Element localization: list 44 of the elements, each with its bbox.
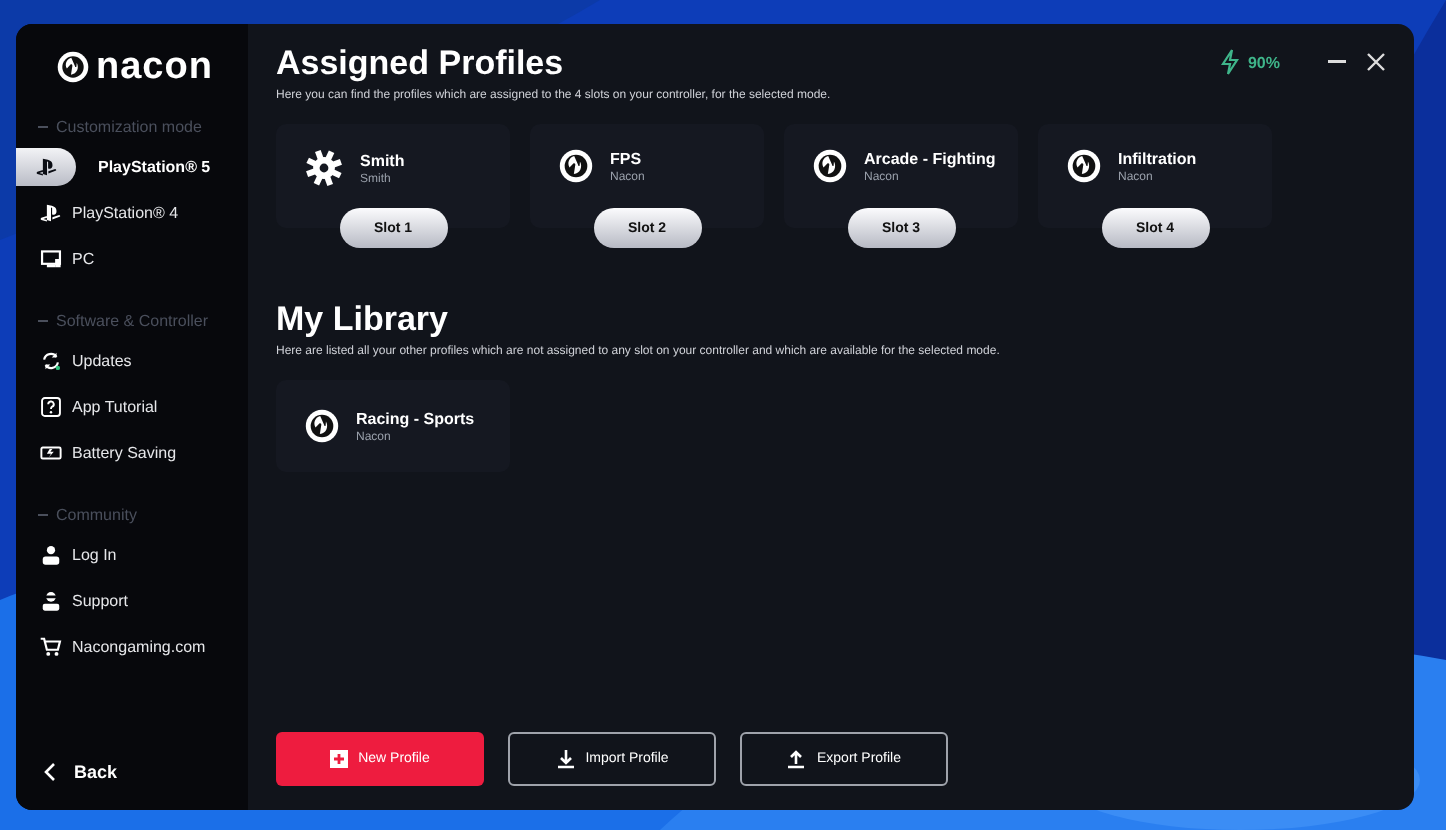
sidebar-item[interactable]: Updates xyxy=(16,340,248,382)
nacon-logo-icon xyxy=(1066,148,1102,184)
section-heading: Customization mode xyxy=(16,118,248,136)
section-heading: Software & Controller xyxy=(16,312,248,330)
refresh-icon xyxy=(40,350,62,372)
profile-name: FPS xyxy=(610,149,644,167)
nacon-logo-icon xyxy=(812,148,848,184)
help-icon xyxy=(40,396,62,418)
gear-icon xyxy=(304,148,344,188)
nacon-logo-icon xyxy=(56,50,90,84)
support-icon xyxy=(40,590,62,612)
download-icon xyxy=(555,749,576,769)
logo-text: nacon xyxy=(96,48,213,86)
sidebar-item[interactable]: Battery Saving xyxy=(16,432,248,474)
plus-icon xyxy=(330,750,349,768)
sidebar-item[interactable]: Support xyxy=(16,580,248,622)
upload-icon xyxy=(786,749,807,769)
close-icon[interactable] xyxy=(1366,52,1386,72)
nacon-logo-icon xyxy=(304,408,340,444)
sidebar-item[interactable]: App Tutorial xyxy=(16,386,248,428)
profile-name: Racing - Sports xyxy=(356,409,475,427)
section-title: My Library xyxy=(276,300,448,340)
back-button[interactable]: Back xyxy=(16,762,248,782)
battery-level: 90% xyxy=(1247,53,1280,71)
ps-icon xyxy=(40,202,62,224)
sidebar-item[interactable]: PC xyxy=(16,238,248,280)
battery-icon xyxy=(40,442,62,464)
sidebar-item[interactable]: Nacongaming.com xyxy=(16,626,248,668)
monitor-icon xyxy=(40,248,62,270)
profile-name: Arcade - Fighting xyxy=(864,149,996,167)
profile-name: Smith xyxy=(360,151,405,169)
nacon-logo-icon xyxy=(558,148,594,184)
chevron-left-icon xyxy=(44,762,56,782)
section-title: Assigned Profiles xyxy=(276,44,564,84)
section-heading: Community xyxy=(16,506,248,524)
sidebar-item[interactable]: PlayStation® 4 xyxy=(16,192,248,234)
profile-name: Infiltration xyxy=(1118,149,1197,167)
minimize-icon[interactable] xyxy=(1328,60,1346,64)
lightning-icon xyxy=(1219,48,1240,76)
sidebar-item[interactable]: Log In xyxy=(16,534,248,576)
sidebar-item[interactable]: PlayStation® 5 xyxy=(16,146,248,188)
ps-icon xyxy=(35,156,57,178)
cart-icon xyxy=(40,636,62,658)
user-icon xyxy=(40,544,62,566)
